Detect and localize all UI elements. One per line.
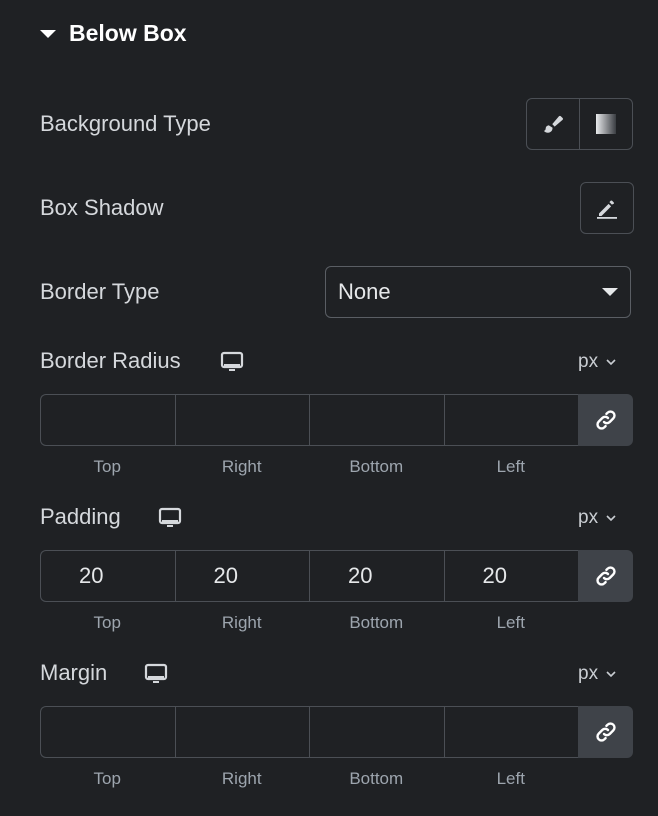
- padding-unit-select[interactable]: px: [578, 507, 616, 529]
- border-radius-unit-select[interactable]: px: [578, 351, 616, 373]
- box-shadow-edit-group: [580, 182, 634, 234]
- side-label-left: Left: [496, 613, 525, 632]
- background-type-choices: [526, 98, 633, 150]
- padding-link-button[interactable]: [578, 550, 633, 602]
- background-classic-button[interactable]: [527, 99, 579, 149]
- padding-right-input[interactable]: 20: [174, 551, 310, 601]
- padding-label: Padding: [40, 504, 121, 529]
- side-label-bottom: Bottom: [349, 613, 404, 632]
- unit-value: px: [578, 507, 599, 528]
- side-label-top: Top: [93, 769, 121, 788]
- border-radius-side-labels: Top Right Bottom Left: [40, 457, 578, 477]
- border-type-label: Border Type: [40, 279, 160, 304]
- caret-down-icon: [40, 30, 56, 38]
- border-type-value: None: [338, 279, 391, 304]
- gradient-icon: [596, 114, 616, 134]
- padding-left-input[interactable]: 20: [443, 551, 579, 601]
- margin-bottom-input[interactable]: [309, 707, 444, 757]
- desktop-icon[interactable]: [158, 506, 182, 530]
- chevron-down-icon: [606, 515, 616, 522]
- pencil-icon: [597, 200, 617, 219]
- section-toggle-below-box[interactable]: Below Box: [40, 16, 187, 50]
- border-radius-top-input[interactable]: [41, 395, 175, 445]
- unit-value: px: [578, 663, 599, 684]
- padding-top-input[interactable]: 20: [41, 551, 175, 601]
- desktop-icon[interactable]: [220, 350, 244, 374]
- margin-right-input[interactable]: [174, 707, 310, 757]
- side-label-right: Right: [221, 769, 262, 788]
- caret-down-icon: [602, 288, 618, 296]
- border-radius-link-button[interactable]: [578, 394, 633, 446]
- unit-value: px: [578, 351, 599, 372]
- chevron-down-icon: [606, 671, 616, 678]
- section-title: Below Box: [69, 19, 187, 46]
- padding-side-labels: Top Right Bottom Left: [40, 613, 578, 633]
- border-radius-inputs: [40, 394, 633, 446]
- border-radius-bottom-input[interactable]: [309, 395, 444, 445]
- border-radius-right-input[interactable]: [174, 395, 310, 445]
- link-icon: [595, 722, 616, 742]
- margin-side-labels: Top Right Bottom Left: [40, 769, 578, 789]
- chevron-down-icon: [606, 359, 616, 366]
- background-gradient-button[interactable]: [579, 99, 632, 149]
- brush-icon: [543, 115, 563, 133]
- side-label-left: Left: [496, 769, 525, 788]
- border-type-select[interactable]: None: [325, 266, 631, 318]
- border-radius-label: Border Radius: [40, 348, 181, 373]
- side-label-right: Right: [221, 457, 262, 476]
- link-icon: [595, 566, 616, 586]
- margin-link-button[interactable]: [578, 706, 633, 758]
- padding-bottom-input[interactable]: 20: [309, 551, 444, 601]
- margin-top-input[interactable]: [41, 707, 175, 757]
- side-label-top: Top: [93, 457, 121, 476]
- desktop-icon[interactable]: [144, 662, 168, 686]
- side-label-right: Right: [221, 613, 262, 632]
- box-shadow-edit-button[interactable]: [581, 183, 633, 233]
- link-icon: [595, 410, 616, 430]
- background-type-label: Background Type: [40, 111, 211, 136]
- border-radius-left-input[interactable]: [443, 395, 579, 445]
- padding-inputs: 20 20 20 20: [40, 550, 633, 602]
- side-label-left: Left: [496, 457, 525, 476]
- side-label-bottom: Bottom: [349, 769, 404, 788]
- margin-unit-select[interactable]: px: [578, 663, 616, 685]
- margin-label: Margin: [40, 660, 108, 685]
- margin-inputs: [40, 706, 633, 758]
- margin-left-input[interactable]: [443, 707, 579, 757]
- side-label-bottom: Bottom: [349, 457, 404, 476]
- box-shadow-label: Box Shadow: [40, 195, 164, 220]
- side-label-top: Top: [93, 613, 121, 632]
